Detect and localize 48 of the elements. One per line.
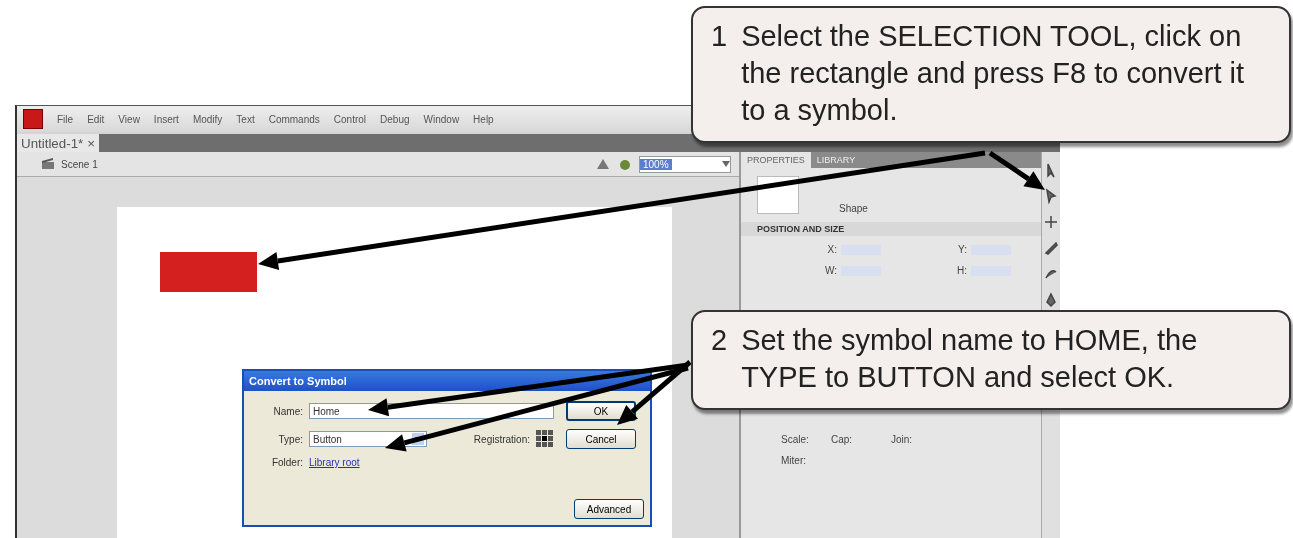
- clapper-icon: [41, 158, 55, 170]
- step-number: 1: [711, 19, 728, 54]
- registration-grid-icon[interactable]: [536, 430, 554, 448]
- field-label: Folder:: [270, 457, 304, 468]
- menu-item[interactable]: Insert: [153, 113, 179, 125]
- field-label: Name:: [272, 405, 304, 417]
- field-label: W:: [823, 265, 838, 276]
- folder-link[interactable]: Library root: [309, 457, 360, 468]
- shape-label: Shape: [839, 203, 868, 214]
- instruction-text: Select the SELECTION TOOL, click on the rectangle and press F8 to convert it to a symbol.: [741, 19, 1246, 128]
- tool-icon[interactable]: [1043, 188, 1059, 204]
- menu-item[interactable]: Modify: [192, 113, 223, 125]
- menu-item[interactable]: Debug: [380, 113, 410, 125]
- app-logo-icon: [23, 109, 43, 129]
- field-label: Y:: [957, 244, 968, 255]
- menu-item[interactable]: View: [118, 113, 140, 125]
- field-label: Join:: [891, 434, 914, 445]
- menu-item[interactable]: Edit: [87, 113, 105, 125]
- caret-icon: [722, 161, 730, 167]
- menu-item[interactable]: Commands: [268, 113, 320, 125]
- field-label: Type:: [277, 433, 304, 445]
- field-label: H:: [956, 265, 968, 276]
- pointer-arrow: [988, 150, 1045, 190]
- instruction-text: Set the symbol name to HOME, the TYPE to BUTTON and select OK.: [741, 323, 1199, 395]
- close-icon[interactable]: ×: [87, 135, 96, 151]
- section-header[interactable]: POSITION AND SIZE: [741, 222, 1041, 236]
- zoom-field[interactable]: 100%: [639, 155, 731, 173]
- edit-symbol-icon[interactable]: [617, 157, 633, 171]
- panel-tab[interactable]: PROPERTIES: [741, 152, 811, 168]
- tool-icon[interactable]: [1043, 214, 1059, 230]
- field-label: Registration:: [473, 433, 530, 445]
- menu-item[interactable]: Text: [236, 113, 255, 125]
- menu-item[interactable]: Help: [473, 113, 494, 125]
- advanced-button[interactable]: Advanced: [574, 499, 644, 519]
- step-number: 2: [711, 323, 728, 358]
- scene-label[interactable]: Scene 1: [61, 158, 98, 170]
- cancel-button[interactable]: Cancel: [566, 429, 636, 449]
- field-label: Scale:: [781, 434, 810, 445]
- field-label: X:: [826, 244, 838, 255]
- menu-item[interactable]: File: [57, 113, 74, 125]
- document-tab[interactable]: Untitled-1* ×: [17, 134, 100, 152]
- menu-item[interactable]: Window: [423, 113, 460, 125]
- field-label: Miter:: [781, 455, 807, 466]
- tool-icon[interactable]: [1043, 292, 1059, 308]
- edit-scene-icon[interactable]: [595, 157, 611, 171]
- menu-item[interactable]: Control: [333, 113, 367, 125]
- field-label: Cap:: [831, 434, 854, 445]
- tool-icon[interactable]: [1043, 240, 1059, 256]
